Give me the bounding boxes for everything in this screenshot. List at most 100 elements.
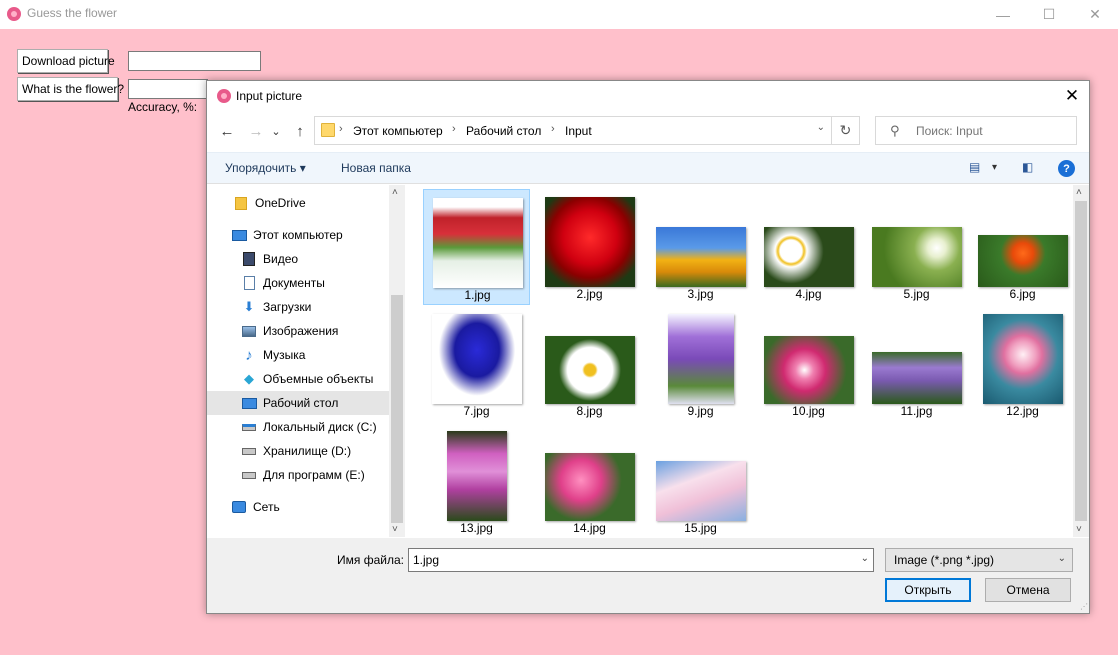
flower-app-icon — [7, 7, 21, 21]
maximize-button[interactable]: ☐ — [1026, 0, 1072, 29]
view-dropdown-icon[interactable]: ▾ — [992, 162, 997, 173]
file-thumbnail — [446, 431, 507, 521]
filename-input[interactable] — [413, 553, 843, 567]
address-bar[interactable]: › Этот компьютер › Рабочий стол › Input … — [314, 116, 860, 145]
file-thumbnail — [982, 314, 1063, 404]
download-picture-button[interactable]: Download picture — [17, 49, 115, 73]
address-dropdown-icon[interactable]: ⌄ — [817, 122, 825, 133]
file-item-13[interactable]: 13.jpg — [423, 423, 530, 537]
computer-icon — [231, 227, 247, 243]
chevron-down-icon: ⌄ — [1057, 553, 1066, 564]
sidebar-item-drive-e[interactable]: Для программ (E:) — [207, 463, 389, 487]
desktop-icon — [241, 395, 257, 411]
sidebar-item-drive-c[interactable]: Локальный диск (C:) — [207, 415, 389, 439]
sidebar-item-music[interactable]: ♪ Музыка — [207, 343, 389, 367]
file-item-8[interactable]: 8.jpg — [536, 306, 643, 422]
file-item-1[interactable]: 1.jpg — [423, 189, 530, 305]
file-thumbnail — [763, 336, 854, 404]
file-item-6[interactable]: 6.jpg — [969, 189, 1073, 305]
help-icon[interactable]: ? — [1058, 160, 1075, 177]
file-item-4[interactable]: 4.jpg — [755, 189, 862, 305]
sidebar-item-3d-objects[interactable]: ◆ Объемные объекты — [207, 367, 389, 391]
breadcrumb-this-pc[interactable]: Этот компьютер — [353, 124, 443, 138]
breadcrumb-separator: › — [339, 123, 343, 135]
file-item-5[interactable]: 5.jpg — [863, 189, 970, 305]
file-list: 1.jpg 2.jpg 3.jpg 4.jpg 5.jpg 6.jpg 7.jp… — [413, 185, 1073, 537]
chevron-down-icon[interactable]: ⌄ — [861, 553, 869, 564]
file-item-9[interactable]: 9.jpg — [647, 306, 754, 422]
scroll-up-icon[interactable]: ˄ — [1076, 187, 1082, 198]
what-is-flower-button[interactable]: What is the flower? — [17, 77, 124, 101]
file-thumbnail — [667, 314, 734, 404]
sidebar-item-desktop[interactable]: Рабочий стол — [207, 391, 389, 415]
back-arrow-icon[interactable]: ← — [216, 121, 238, 141]
file-thumbnail — [871, 227, 962, 287]
file-name: 13.jpg — [460, 521, 493, 535]
sidebar-item-drive-d[interactable]: Хранилище (D:) — [207, 439, 389, 463]
filename-field[interactable]: ⌄ — [408, 548, 874, 572]
file-type-value: Image (*.png *.jpg) — [894, 553, 995, 567]
scroll-down-icon[interactable]: ˅ — [392, 524, 398, 535]
sidebar-item-images[interactable]: Изображения — [207, 319, 389, 343]
resize-grip-icon[interactable]: ⋰ — [1080, 602, 1088, 611]
up-arrow-icon[interactable]: ↑ — [289, 121, 311, 141]
new-folder-button[interactable]: Новая папка — [341, 161, 411, 175]
file-item-3[interactable]: 3.jpg — [647, 189, 754, 305]
breadcrumb-desktop[interactable]: Рабочий стол — [466, 124, 541, 138]
open-button[interactable]: Открыть — [885, 578, 971, 602]
breadcrumb-input[interactable]: Input — [565, 124, 592, 138]
file-item-2[interactable]: 2.jpg — [536, 189, 643, 305]
file-type-select[interactable]: Image (*.png *.jpg) ⌄ — [885, 548, 1073, 572]
3d-objects-icon: ◆ — [244, 371, 254, 386]
cancel-button[interactable]: Отмена — [985, 578, 1071, 602]
scroll-down-icon[interactable]: ˅ — [1076, 524, 1082, 535]
minimize-button[interactable]: — — [980, 0, 1026, 29]
file-item-7[interactable]: 7.jpg — [423, 306, 530, 422]
dialog-title: Input picture — [236, 89, 303, 103]
dialog-close-button[interactable]: ✕ — [1055, 81, 1089, 111]
documents-icon — [241, 275, 257, 291]
sidebar-item-video[interactable]: Видео — [207, 247, 389, 271]
sidebar-item-downloads[interactable]: ⬇ Загрузки — [207, 295, 389, 319]
download-path-entry[interactable] — [128, 51, 261, 71]
file-name: 10.jpg — [792, 404, 825, 418]
scroll-up-icon[interactable]: ˄ — [392, 187, 398, 198]
file-item-14[interactable]: 14.jpg — [536, 423, 643, 537]
file-thumbnail — [655, 461, 746, 521]
file-item-11[interactable]: 11.jpg — [863, 306, 970, 422]
file-thumbnail — [655, 227, 746, 287]
network-icon — [231, 499, 247, 515]
file-item-15[interactable]: 15.jpg — [647, 423, 754, 537]
navigation-pane: OneDrive Этот компьютер Видео Документы … — [207, 185, 405, 537]
file-name: 15.jpg — [684, 521, 717, 535]
navigation-scrollbar[interactable]: ˄ ˅ — [389, 185, 405, 537]
search-box[interactable]: ⚲ — [875, 116, 1077, 145]
forward-arrow-icon[interactable]: → — [245, 121, 267, 141]
refresh-icon[interactable]: ↻ — [831, 117, 859, 144]
file-item-10[interactable]: 10.jpg — [755, 306, 862, 422]
sidebar-item-this-pc[interactable]: Этот компьютер — [207, 223, 389, 247]
scrollbar-thumb[interactable] — [1075, 201, 1087, 521]
sidebar-item-network[interactable]: Сеть — [207, 495, 389, 519]
view-options-icon[interactable]: ▤ — [969, 160, 980, 174]
sidebar-item-onedrive[interactable]: OneDrive — [207, 191, 389, 215]
file-list-scrollbar[interactable]: ˄ ˅ — [1073, 185, 1089, 537]
images-icon — [241, 323, 257, 339]
file-name: 2.jpg — [576, 287, 603, 301]
dialog-footer: Имя файла: ⌄ Image (*.png *.jpg) ⌄ Откры… — [207, 538, 1089, 613]
file-thumbnail — [431, 314, 522, 404]
sidebar-item-documents[interactable]: Документы — [207, 271, 389, 295]
command-bar: Упорядочить ▾ Новая папка ▤ ▾ ◧ ? — [207, 152, 1089, 184]
organize-menu[interactable]: Упорядочить ▾ — [225, 161, 306, 175]
result-entry[interactable] — [128, 79, 208, 99]
preview-pane-icon[interactable]: ◧ — [1022, 160, 1033, 174]
breadcrumb-separator: › — [452, 123, 456, 135]
file-name: 11.jpg — [900, 404, 933, 418]
file-item-12[interactable]: 12.jpg — [969, 306, 1073, 422]
drive-d-icon — [241, 443, 257, 459]
file-thumbnail — [544, 453, 635, 521]
recent-locations-chevron-icon[interactable]: ⌄ — [269, 121, 283, 141]
close-button[interactable]: ✕ — [1072, 0, 1118, 29]
scrollbar-thumb[interactable] — [391, 295, 403, 523]
search-input[interactable] — [916, 124, 1066, 138]
